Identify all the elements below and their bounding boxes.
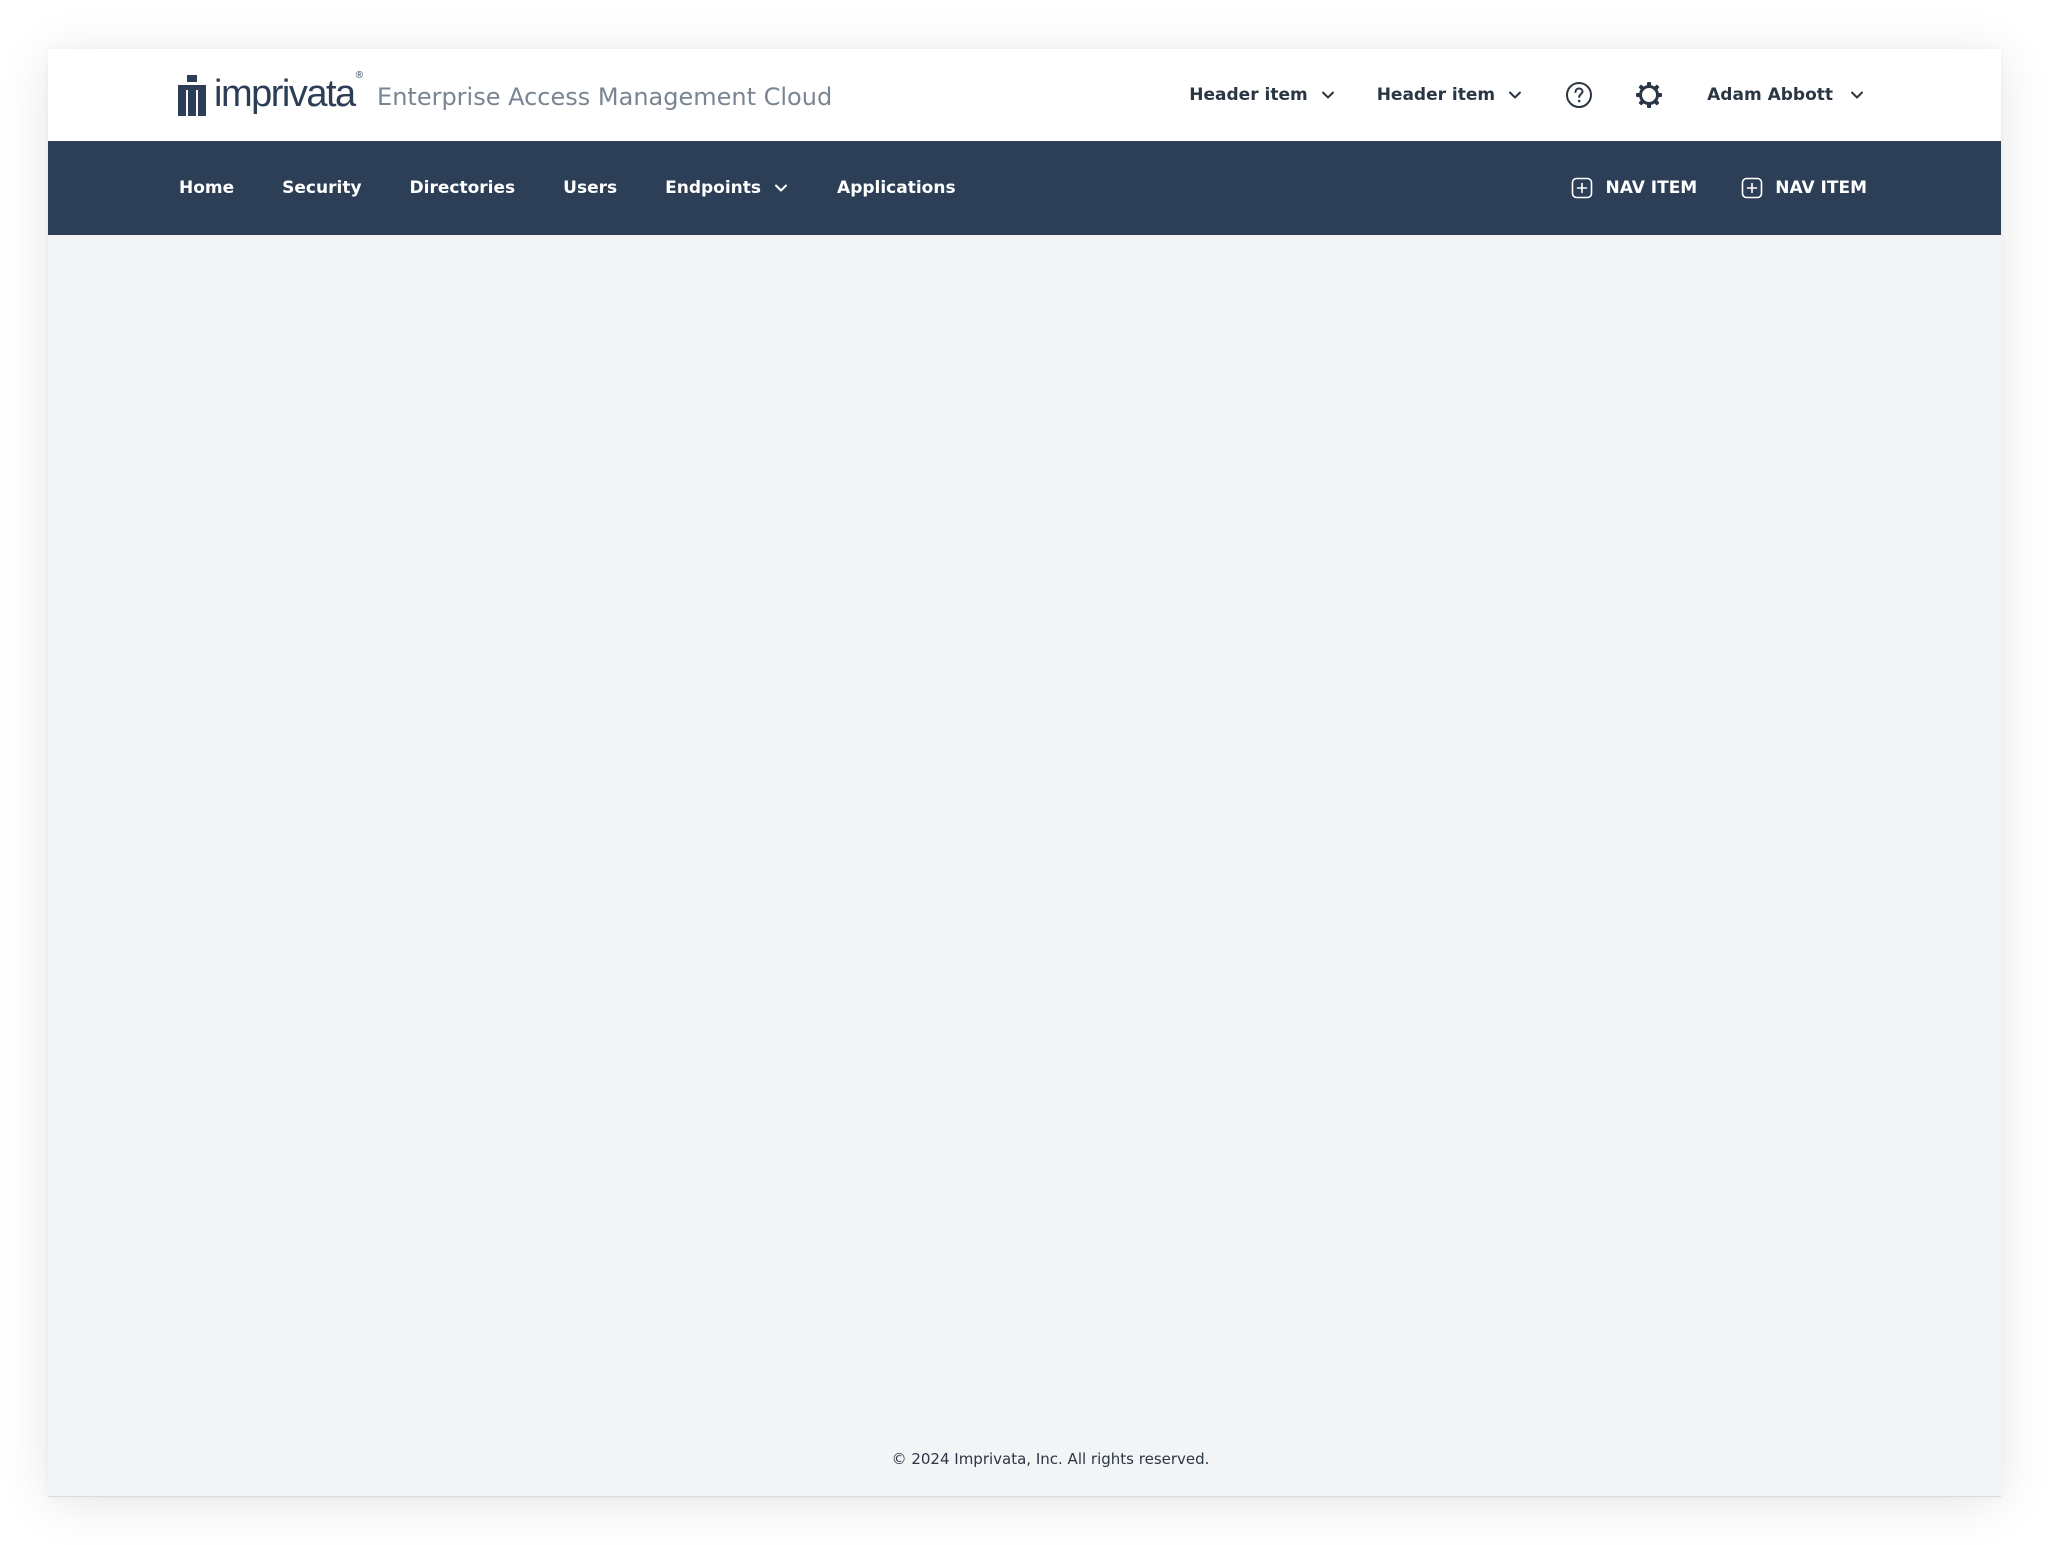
footer-divider [48,1496,2001,1497]
nav-item-directories[interactable]: Directories [410,178,516,198]
chevron-down-icon [1509,91,1522,99]
product-name: Enterprise Access Management Cloud [377,83,833,111]
help-circle-icon [1566,82,1593,108]
header-actions: Header item Header item Adam Abbott [1189,49,1865,141]
gear-icon [1636,82,1663,108]
header-item-label: Header item [1189,85,1308,105]
header-item-2[interactable]: Header item [1377,85,1523,105]
plus-square-icon [1572,177,1593,199]
plus-square-icon [1741,177,1763,199]
copyright-footer: © 2024 Imprivata, Inc. All rights reserv… [891,1450,1210,1468]
header-item-label: Header item [1376,85,1496,105]
nav-item-endpoints[interactable]: Endpoints [665,178,789,198]
main-content [48,235,2001,1497]
nav-item-label: Endpoints [665,178,762,198]
nav-item-users[interactable]: Users [563,178,617,198]
nav-items: Home Security Directories Users Endpoint… [179,141,1004,235]
user-menu[interactable]: Adam Abbott [1707,85,1865,105]
nav-action-label: NAV ITEM [1605,178,1698,198]
nav-action-1[interactable]: NAV ITEM [1571,177,1697,199]
nav-item-applications[interactable]: Applications [837,178,956,198]
user-name: Adam Abbott [1707,85,1833,105]
settings-button[interactable] [1635,81,1663,109]
brand[interactable]: imprivata® Enterprise Access Management … [178,71,832,119]
chevron-down-icon [1321,91,1334,99]
brand-wordmark: imprivata® [214,70,364,115]
chevron-down-icon [775,184,788,192]
app-window: imprivata® Enterprise Access Management … [48,49,2001,1497]
top-header: imprivata® Enterprise Access Management … [48,49,2001,141]
nav-action-label: NAV ITEM [1775,178,1867,198]
main-nav: Home Security Directories Users Endpoint… [48,141,2001,235]
imprivata-logo-icon [178,74,206,116]
header-item-1[interactable]: Header item [1189,85,1335,105]
chevron-down-icon [1851,91,1863,99]
help-button[interactable] [1565,81,1593,109]
nav-actions: NAV ITEM NAV ITEM [1571,141,1867,235]
nav-item-home[interactable]: Home [179,178,234,198]
nav-item-security[interactable]: Security [282,178,361,198]
nav-action-2[interactable]: NAV ITEM [1741,177,1867,199]
